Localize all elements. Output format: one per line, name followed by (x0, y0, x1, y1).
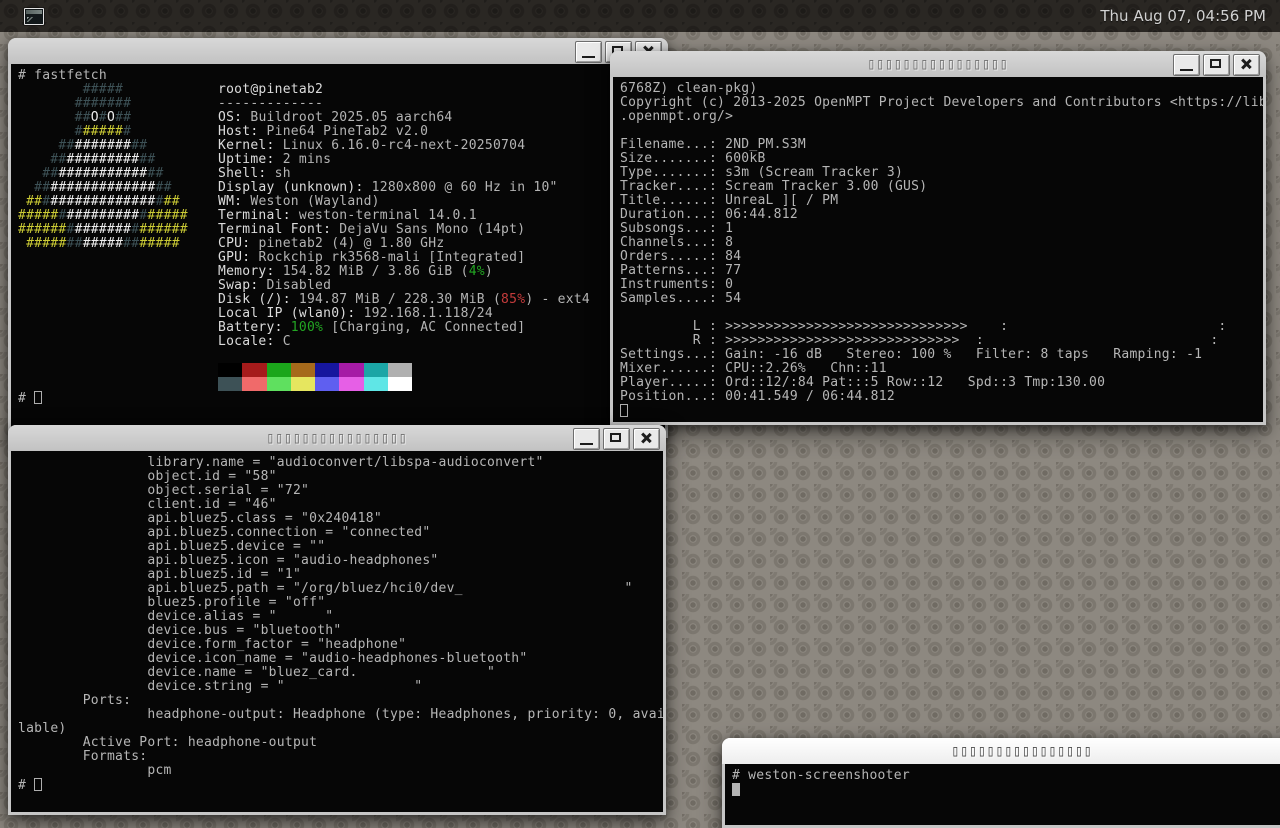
text-cursor (732, 783, 740, 796)
pactl-titlebar[interactable]: ▯▯▯▯▯▯▯▯▯▯▯▯▯▯▯▯ (8, 425, 666, 451)
screenshooter-window-title: ▯▯▯▯▯▯▯▯▯▯▯▯▯▯▯▯ (951, 742, 1092, 761)
openmpt-cursor-line (620, 404, 1263, 418)
window-fastfetch-terminal: # fastfetch ##### ####### ##O#O## ######… (8, 38, 668, 438)
terminal-launcher-icon[interactable] (24, 8, 44, 25)
minimize-icon (1180, 69, 1193, 71)
text-cursor (620, 404, 628, 417)
screenshooter-command-line: # weston-screenshooter (732, 769, 1280, 783)
top-panel: Thu Aug 07, 04:56 PM (0, 0, 1280, 32)
fastfetch-output: ##### ####### ##O#O## ####### ##########… (18, 83, 665, 391)
fastfetch-titlebar[interactable] (8, 38, 668, 64)
system-info-lines: root@pinetab2-------------OS: Buildroot … (218, 83, 590, 363)
close-icon (1240, 58, 1252, 70)
maximize-icon (610, 433, 621, 442)
tux-ascii-art: ##### ####### ##O#O## ####### ##########… (18, 83, 218, 391)
text-cursor (34, 778, 42, 791)
text-cursor (34, 391, 42, 404)
minimize-icon (582, 56, 595, 58)
close-icon (640, 432, 652, 444)
pactl-output: library.name = "audioconvert/libspa-audi… (18, 456, 663, 778)
panel-clock: Thu Aug 07, 04:56 PM (1100, 7, 1266, 25)
screenshooter-cursor-line (732, 783, 1280, 797)
close-button[interactable] (1233, 54, 1260, 76)
system-info-block: root@pinetab2-------------OS: Buildroot … (218, 83, 590, 391)
desktop: { "panel": { "clock": "Thu Aug 07, 04:56… (0, 0, 1280, 800)
openmpt-terminal-content[interactable]: 6768Z) clean-pkg) Copyright (c) 2013-202… (613, 77, 1263, 422)
shell-prompt-line: # (18, 778, 663, 792)
pactl-terminal-content[interactable]: library.name = "audioconvert/libspa-audi… (11, 451, 663, 812)
maximize-icon (1210, 59, 1221, 68)
maximize-button[interactable] (1203, 54, 1230, 76)
minimize-button[interactable] (575, 41, 602, 63)
window-pactl-terminal: ▯▯▯▯▯▯▯▯▯▯▯▯▯▯▯▯ library.name = "audioco… (8, 425, 666, 815)
ansi-palette-row-normal (218, 363, 590, 377)
minimize-icon (580, 443, 593, 445)
openmpt-titlebar[interactable]: ▯▯▯▯▯▯▯▯▯▯▯▯▯▯▯▯ (610, 51, 1266, 77)
minimize-button[interactable] (573, 428, 600, 450)
minimize-button[interactable] (1173, 54, 1200, 76)
shell-prompt-line: # (18, 391, 665, 405)
openmpt-window-title: ▯▯▯▯▯▯▯▯▯▯▯▯▯▯▯▯ (867, 55, 1008, 74)
screenshooter-titlebar[interactable]: ▯▯▯▯▯▯▯▯▯▯▯▯▯▯▯▯ (722, 738, 1280, 764)
close-button[interactable] (633, 428, 660, 450)
ansi-palette-row-bright (218, 377, 590, 391)
maximize-button[interactable] (603, 428, 630, 450)
fastfetch-command-line: # fastfetch (18, 69, 665, 83)
window-screenshooter-terminal: ▯▯▯▯▯▯▯▯▯▯▯▯▯▯▯▯ # weston-screenshooter (722, 738, 1280, 828)
pactl-window-title: ▯▯▯▯▯▯▯▯▯▯▯▯▯▯▯▯ (266, 429, 407, 448)
screenshooter-terminal-content[interactable]: # weston-screenshooter (725, 764, 1280, 825)
window-openmpt-terminal: ▯▯▯▯▯▯▯▯▯▯▯▯▯▯▯▯ 6768Z) clean-pkg) Copyr… (610, 51, 1266, 425)
fastfetch-terminal-content[interactable]: # fastfetch ##### ####### ##O#O## ######… (11, 64, 665, 435)
openmpt-output: 6768Z) clean-pkg) Copyright (c) 2013-202… (620, 82, 1263, 404)
